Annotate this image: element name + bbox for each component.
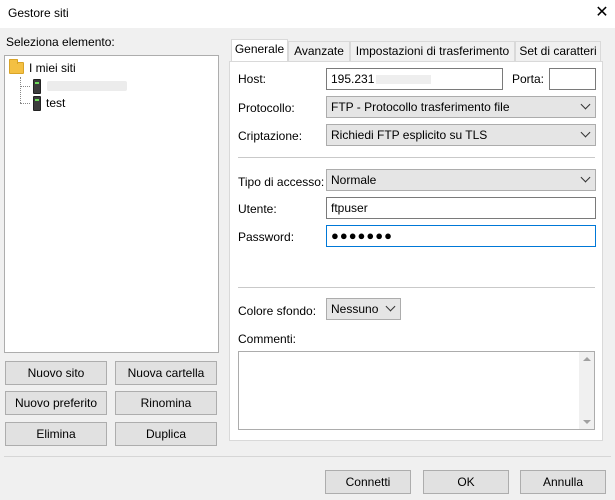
tab-bar: Generale Avanzate Impostazioni di trasfe… [229,39,603,61]
bg-color-value: Nessuno [331,302,379,316]
new-folder-button[interactable]: Nuova cartella [115,361,217,385]
user-label: Utente: [238,202,277,216]
host-label: Host: [238,72,267,86]
logon-type-label: Tipo di accesso: [238,175,325,189]
tree-item-label-redacted [47,81,127,91]
ok-button[interactable]: OK [423,470,509,494]
scroll-down-icon[interactable] [583,420,591,424]
tab-advanced[interactable]: Avanzate [288,41,350,61]
cancel-button[interactable]: Annulla [520,470,606,494]
connect-button[interactable]: Connetti [325,470,411,494]
title-bar [0,0,615,28]
chevron-down-icon [385,301,396,312]
tree-item-label: test [46,96,66,110]
port-input[interactable] [549,68,596,90]
delete-button[interactable]: Elimina [5,422,107,446]
select-entry-label: Seleziona elemento: [6,35,115,49]
logon-type-value: Normale [331,173,377,187]
chevron-down-icon [580,99,591,110]
separator [238,287,595,288]
server-icon [33,95,41,111]
protocol-label: Protocollo: [238,101,295,115]
protocol-select[interactable]: FTP - Protocollo trasferimento file [326,96,596,118]
tree-item-test[interactable]: test [33,94,65,112]
comments-label: Commenti: [238,332,297,346]
port-label: Porta: [512,72,545,86]
site-tree[interactable]: I miei siti test [4,55,219,353]
tab-charset[interactable]: Set di caratteri [515,41,601,61]
rename-button[interactable]: Rinomina [115,391,217,415]
host-value: 195.231 [331,72,375,86]
tree-connector [20,86,30,87]
password-input[interactable]: ●●●●●●● [326,225,596,247]
new-site-button[interactable]: Nuovo sito [5,361,107,385]
duplicate-button[interactable]: Duplica [115,422,217,446]
tree-root-label: I miei siti [29,61,76,75]
bg-color-select[interactable]: Nessuno [326,298,401,320]
tab-transfer-settings[interactable]: Impostazioni di trasferimento [350,41,515,61]
tree-item-site-1[interactable] [33,77,127,95]
tree-root-my-sites[interactable]: I miei siti [9,59,76,77]
scroll-up-icon[interactable] [583,357,591,361]
separator [238,157,595,158]
comments-scrollbar[interactable] [579,352,594,429]
chevron-down-icon [580,172,591,183]
new-bookmark-button[interactable]: Nuovo preferito [5,391,107,415]
redacted-block [376,75,432,85]
logon-type-select[interactable]: Normale [326,169,596,191]
server-icon [33,78,41,94]
encryption-label: Criptazione: [238,129,303,143]
chevron-down-icon [580,127,591,138]
tab-general[interactable]: Generale [231,39,288,61]
host-input[interactable]: 195.231 [326,68,503,90]
window-title: Gestore siti [8,6,69,20]
bg-color-label: Colore sfondo: [238,304,317,318]
footer-separator [4,456,611,457]
close-icon[interactable]: ✕ [592,3,612,23]
encryption-select[interactable]: Richiedi FTP esplicito su TLS [326,124,596,146]
encryption-value: Richiedi FTP esplicito su TLS [331,128,488,142]
comments-textarea[interactable] [238,351,595,430]
user-input[interactable]: ftpuser [326,197,596,219]
protocol-value: FTP - Protocollo trasferimento file [331,100,510,114]
tree-connector [20,103,30,104]
tree-connector [20,77,21,103]
password-label: Password: [238,230,295,244]
folder-icon [9,59,24,74]
